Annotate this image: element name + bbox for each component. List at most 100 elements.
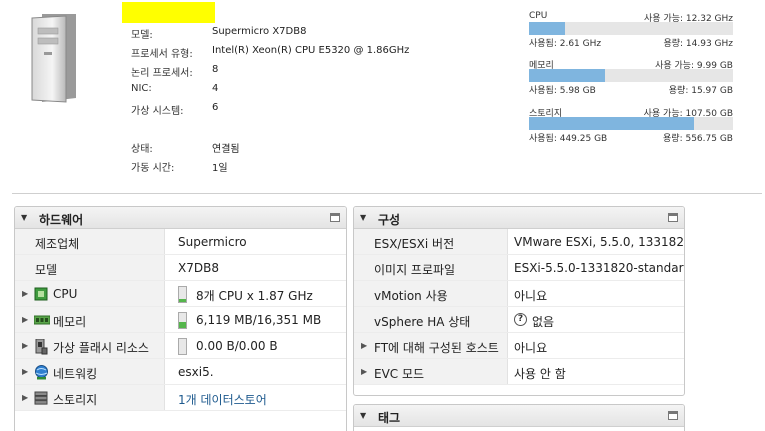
usage-name: CPU xyxy=(529,11,548,21)
row-value: 아니요 xyxy=(514,341,548,355)
usage-capacity: 용량: 14.93 GHz xyxy=(663,39,733,49)
tags-portlet: ▼ 태그 xyxy=(353,404,685,431)
row-label: FT에 대해 구성된 호스트 xyxy=(374,341,499,355)
row-label: 가상 플래시 리소스 xyxy=(53,341,149,355)
usage-bar xyxy=(529,22,733,35)
usage-bar xyxy=(529,117,733,130)
table-row: 이미지 프로파일 ESXi-5.5.0-1331820-standard xyxy=(354,255,684,281)
row-label: EVC 모드 xyxy=(374,367,425,381)
info-label: 모델: xyxy=(131,30,153,41)
datastore-link[interactable]: 1개 데이터스토어 xyxy=(178,391,267,408)
table-row-storage[interactable]: ▶ 스토리지 1개 데이터스토어 xyxy=(15,385,346,411)
row-label: 메모리 xyxy=(53,315,87,329)
flash-mini-usage-bar xyxy=(178,338,187,355)
row-label: 모델 xyxy=(35,263,58,277)
network-globe-icon xyxy=(34,365,48,380)
table-row-virtual-flash[interactable]: ▶ 가상 플래시 리소스 0.00 B/0.00 B xyxy=(15,333,346,359)
table-row: vMotion 사용 아니요 xyxy=(354,281,684,307)
usage-used: 사용됨: 5.98 GB xyxy=(529,86,596,96)
hardware-portlet: ▼ 하드웨어 제조업체 Supermicro 모델 X7DB8 ▶ CPU 8개… xyxy=(14,206,347,431)
usage-capacity: 용량: 556.75 GB xyxy=(663,134,733,144)
memory-usage-meter: 메모리 사용 가능: 9.99 GB 사용됨: 5.98 GB 용량: 15.9… xyxy=(529,58,733,96)
info-value: Intel(R) Xeon(R) CPU E5320 @ 1.86GHz xyxy=(212,45,410,56)
usage-bar-fill xyxy=(529,117,694,130)
flash-device-icon xyxy=(34,338,48,355)
info-label: 프로세서 유형: xyxy=(131,49,193,60)
row-value: 사용 안 함 xyxy=(514,367,566,381)
collapse-triangle-icon[interactable]: ▼ xyxy=(360,213,366,222)
expand-triangle-icon[interactable]: ▶ xyxy=(22,341,28,350)
collapse-triangle-icon[interactable]: ▼ xyxy=(21,213,27,222)
hardware-portlet-header[interactable]: ▼ 하드웨어 xyxy=(15,207,346,229)
row-value: 6,119 MB/16,351 MB xyxy=(196,313,322,327)
expand-triangle-icon[interactable]: ▶ xyxy=(361,341,367,350)
table-row: vSphere HA 상태 ? 없음 xyxy=(354,307,684,333)
row-label: vSphere HA 상태 xyxy=(374,315,471,329)
table-row: 모델 X7DB8 xyxy=(15,255,346,281)
usage-bar xyxy=(529,69,733,82)
memory-mini-usage-bar xyxy=(178,312,187,329)
portlet-title: 태그 xyxy=(378,411,401,425)
table-row-networking[interactable]: ▶ 네트워킹 esxi5. xyxy=(15,359,346,385)
expand-triangle-icon[interactable]: ▶ xyxy=(22,315,28,324)
maximize-icon[interactable] xyxy=(330,213,340,222)
portlet-title: 구성 xyxy=(378,213,401,227)
maximize-icon[interactable] xyxy=(668,411,678,420)
section-divider xyxy=(12,193,762,194)
usage-capacity: 용량: 15.97 GB xyxy=(668,86,733,96)
table-row-evc[interactable]: ▶ EVC 모드 사용 안 함 xyxy=(354,359,684,385)
expand-triangle-icon[interactable]: ▶ xyxy=(361,367,367,376)
info-value: 4 xyxy=(212,83,219,94)
row-label: 네트워킹 xyxy=(53,367,98,381)
info-label: 가상 시스템: xyxy=(131,106,184,117)
info-value: 6 xyxy=(212,102,219,113)
info-value: 8 xyxy=(212,64,219,75)
info-value: 연결됨 xyxy=(212,144,240,155)
row-value: VMware ESXi, 5.5.0, 1331820 xyxy=(514,235,685,249)
server-tower-icon xyxy=(30,12,80,104)
memory-module-icon xyxy=(33,313,51,327)
help-circle-icon[interactable]: ? xyxy=(514,313,527,326)
row-value: 8개 CPU x 1.87 GHz xyxy=(196,289,313,303)
usage-used: 사용됨: 449.25 GB xyxy=(529,134,608,144)
storage-usage-meter: 스토리지 사용 가능: 107.50 GB 사용됨: 449.25 GB 용량:… xyxy=(529,106,733,144)
host-name-redacted xyxy=(122,2,215,23)
cpu-chip-icon xyxy=(34,287,48,301)
expand-triangle-icon[interactable]: ▶ xyxy=(22,367,28,376)
tags-portlet-header[interactable]: ▼ 태그 xyxy=(354,405,684,427)
table-row: 제조업체 Supermicro xyxy=(15,229,346,255)
info-value: 1일 xyxy=(212,163,228,174)
maximize-icon[interactable] xyxy=(668,213,678,222)
table-row-ft[interactable]: ▶ FT에 대해 구성된 호스트 아니요 xyxy=(354,333,684,359)
expand-triangle-icon[interactable]: ▶ xyxy=(22,289,28,298)
usage-bar-fill xyxy=(529,69,606,82)
portlet-title: 하드웨어 xyxy=(39,213,84,227)
table-row-cpu[interactable]: ▶ CPU 8개 CPU x 1.87 GHz xyxy=(15,281,346,307)
row-value: 없음 xyxy=(532,315,555,329)
collapse-triangle-icon[interactable]: ▼ xyxy=(360,411,366,420)
cpu-mini-usage-bar xyxy=(178,286,187,303)
row-value: ESXi-5.5.0-1331820-standard xyxy=(514,261,685,275)
row-label: vMotion 사용 xyxy=(374,289,448,303)
table-row: ESX/ESXi 버전 VMware ESXi, 5.5.0, 1331820 xyxy=(354,229,684,255)
row-value: 0.00 B/0.00 B xyxy=(196,339,278,353)
row-label: 제조업체 xyxy=(35,237,80,251)
row-value: X7DB8 xyxy=(178,261,219,275)
info-label: 가동 시간: xyxy=(131,163,175,174)
configuration-portlet-header[interactable]: ▼ 구성 xyxy=(354,207,684,229)
row-label: 이미지 프로파일 xyxy=(374,263,456,277)
storage-disks-icon xyxy=(34,391,48,405)
info-label: 논리 프로세서: xyxy=(131,68,193,79)
cpu-usage-meter: CPU 사용 가능: 12.32 GHz 사용됨: 2.61 GHz 용량: 1… xyxy=(529,11,733,49)
row-value: 아니요 xyxy=(514,289,548,303)
row-label: ESX/ESXi 버전 xyxy=(374,237,455,251)
info-value: Supermicro X7DB8 xyxy=(212,26,307,37)
info-label: NIC: xyxy=(131,83,152,94)
usage-bar-fill xyxy=(529,22,565,35)
expand-triangle-icon[interactable]: ▶ xyxy=(22,393,28,402)
row-value: esxi5. xyxy=(178,365,214,379)
configuration-portlet: ▼ 구성 ESX/ESXi 버전 VMware ESXi, 5.5.0, 133… xyxy=(353,206,685,396)
row-label: 스토리지 xyxy=(53,393,98,407)
table-row-memory[interactable]: ▶ 메모리 6,119 MB/16,351 MB xyxy=(15,307,346,333)
usage-used: 사용됨: 2.61 GHz xyxy=(529,39,602,49)
